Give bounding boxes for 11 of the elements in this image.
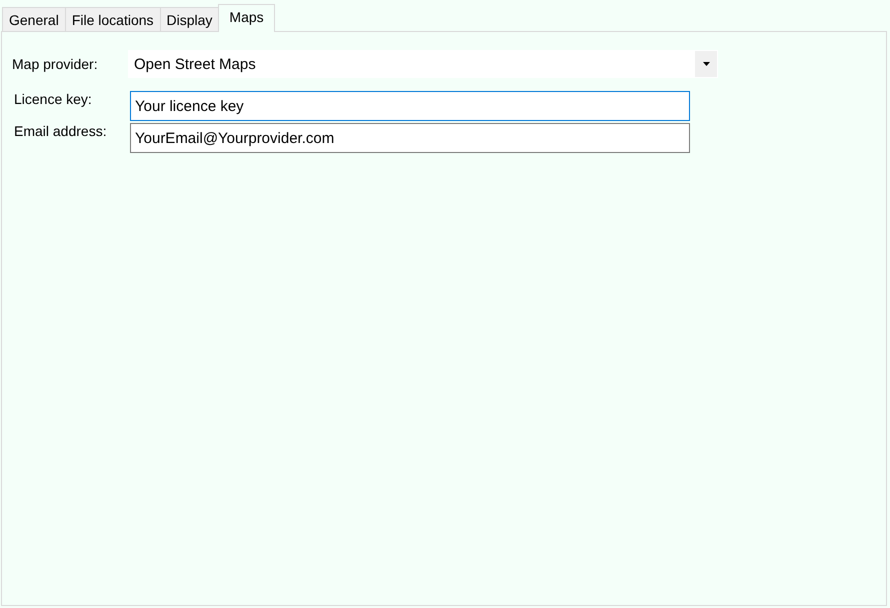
- provider-dropdown[interactable]: Open Street Maps: [128, 50, 718, 78]
- tab[interactable]: Display: [160, 7, 220, 31]
- field-label: Licence key:: [13, 91, 93, 107]
- tab[interactable]: General: [2, 7, 66, 31]
- input-field[interactable]: YourEmail@Yourprovider.com: [130, 123, 690, 153]
- tab[interactable]: Maps: [218, 4, 275, 32]
- input-field[interactable]: Your licence key: [130, 91, 690, 121]
- field-label: Email address:: [13, 123, 108, 139]
- tab[interactable]: File locations: [64, 7, 161, 31]
- field-label: Map provider:: [12, 56, 99, 72]
- caret-icon: [702, 62, 710, 66]
